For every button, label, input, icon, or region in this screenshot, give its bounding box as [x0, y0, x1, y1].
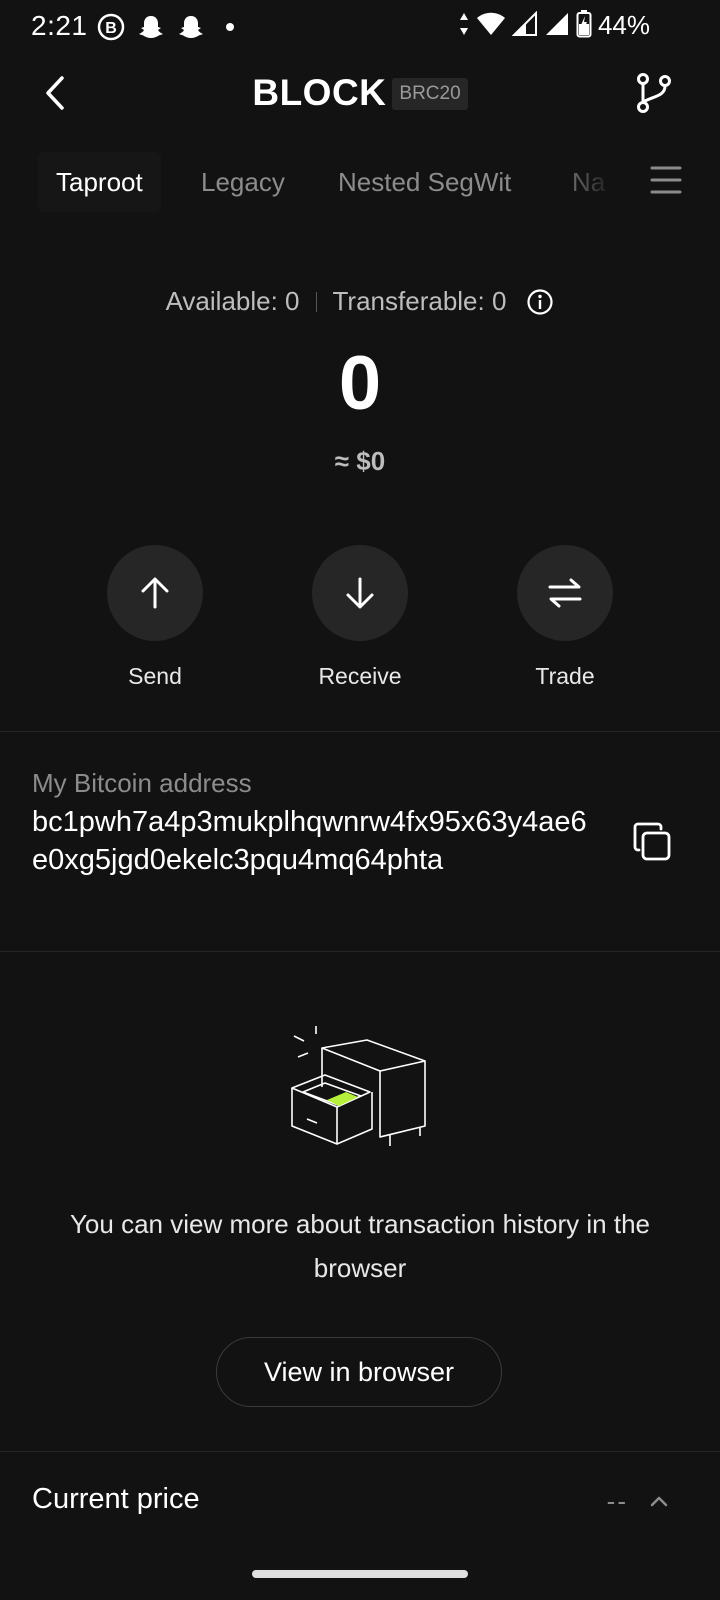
- view-in-browser-button[interactable]: View in browser: [216, 1337, 502, 1407]
- trade-label: Trade: [535, 663, 595, 689]
- fiat-balance: ≈ $0: [334, 446, 386, 476]
- chevron-up-icon: [650, 1496, 668, 1507]
- section-divider: [0, 1451, 720, 1452]
- section-divider: [0, 731, 720, 732]
- system-icons: [458, 10, 592, 38]
- switch-network-button[interactable]: [634, 72, 674, 114]
- section-divider: [0, 951, 720, 952]
- signal-icon: [546, 13, 568, 35]
- tab-legacy[interactable]: Legacy: [201, 152, 285, 212]
- data-arrows-icon: [460, 13, 468, 35]
- address-type-tabs: Taproot Legacy Nested SegWit Na: [0, 152, 720, 212]
- status-time: 2:21: [31, 10, 88, 41]
- swap-icon: [548, 578, 582, 608]
- send-circle: [107, 545, 203, 641]
- current-price-value: --: [606, 1486, 628, 1516]
- tab-nested-segwit[interactable]: Nested SegWit: [338, 152, 511, 212]
- receive-button[interactable]: Receive: [290, 545, 430, 689]
- empty-drawer-illustration: [291, 1026, 426, 1146]
- svg-text:B: B: [105, 20, 117, 37]
- arrow-up-icon: [141, 577, 169, 609]
- trade-button[interactable]: Trade: [495, 545, 635, 689]
- info-icon[interactable]: [526, 288, 554, 316]
- balance-breakdown: Available: 0 Transferable: 0: [0, 286, 720, 317]
- bitcoin-address[interactable]: bc1pwh7a4p3mukplhqwnrw4fx95x63y4ae6e0xg5…: [32, 803, 592, 879]
- arrow-down-icon: [346, 577, 374, 609]
- tab-fade: [560, 152, 630, 212]
- notification-icons: B: [96, 12, 246, 42]
- hamburger-menu-icon: [650, 166, 682, 194]
- snapchat-icon: [179, 16, 203, 38]
- receive-circle: [312, 545, 408, 641]
- copy-address-button[interactable]: [630, 820, 674, 864]
- snapchat-icon: [139, 16, 163, 38]
- current-price-label: Current price: [32, 1483, 200, 1515]
- branch-icon: [637, 73, 671, 113]
- transferable-balance: Transferable: 0: [332, 286, 507, 316]
- send-button[interactable]: Send: [85, 545, 225, 689]
- page-title: BLOCK: [252, 72, 387, 113]
- copy-icon: [633, 822, 671, 861]
- receive-label: Receive: [318, 663, 402, 689]
- page-header: BLOCK BRC20: [0, 70, 720, 116]
- tabs-menu-button[interactable]: [646, 160, 686, 200]
- b-icon: B: [97, 13, 125, 41]
- signal-icon: [512, 11, 537, 36]
- dot-icon: [226, 23, 234, 31]
- price-expand-toggle[interactable]: [648, 1490, 670, 1512]
- battery-charging-icon: [576, 10, 592, 38]
- address-label: My Bitcoin address: [32, 768, 252, 798]
- battery-percent: 44%: [597, 10, 650, 40]
- tab-taproot[interactable]: Taproot: [38, 152, 161, 212]
- status-bar: 2:21 B 44%: [0, 0, 720, 56]
- home-indicator[interactable]: [252, 1570, 468, 1578]
- trade-circle: [517, 545, 613, 641]
- token-standard-badge: BRC20: [392, 78, 468, 110]
- available-balance: Available: 0: [165, 286, 300, 316]
- wifi-icon: [477, 12, 505, 35]
- token-balance: 0: [338, 341, 382, 426]
- send-label: Send: [128, 663, 182, 689]
- empty-history-message: You can view more about transaction hist…: [69, 1209, 651, 1283]
- divider: [315, 291, 317, 312]
